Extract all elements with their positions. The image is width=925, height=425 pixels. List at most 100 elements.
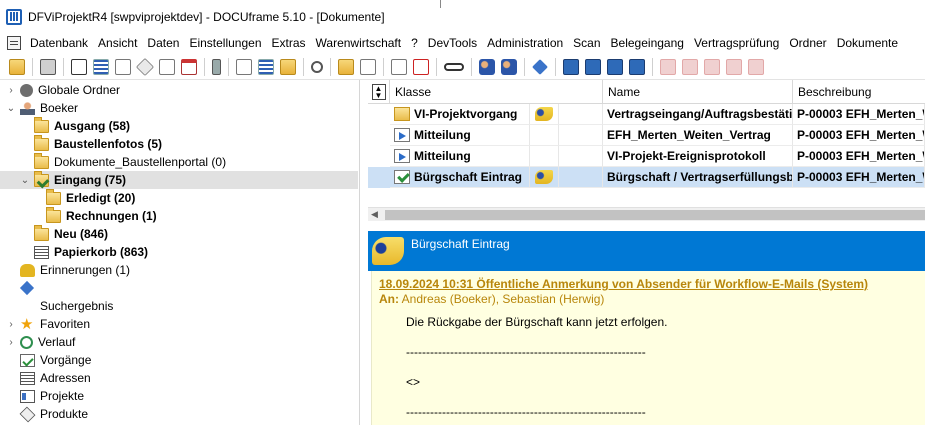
tree-node-erinnerungen[interactable]: Erinnerungen (1) (20, 261, 130, 279)
tree-node-boeker[interactable]: ⌄ Boeker (6, 99, 78, 117)
save-as-icon[interactable] (585, 58, 601, 75)
tree-node-globale-ordner[interactable]: › Globale Ordner (6, 81, 120, 99)
tasks-icon (20, 353, 35, 367)
cell-klasse-text: Mitteilung (414, 128, 471, 142)
tree-node-produkte[interactable]: Produkte (19, 405, 88, 423)
notes-icon[interactable] (159, 58, 175, 75)
tree-node-erledigt[interactable]: Erledigt (20) (46, 188, 135, 207)
tree-node-suchergebnis[interactable]: Suchergebnis (20, 297, 113, 315)
tree-node-ausgang[interactable]: Ausgang (58) (34, 116, 130, 135)
search-icon[interactable] (311, 60, 323, 73)
chevron-down-icon[interactable]: ⌄ (6, 103, 16, 114)
menu-einstellungen[interactable]: Einstellungen (186, 36, 268, 50)
new-document-icon[interactable] (236, 58, 252, 75)
tree-node-papierkorb[interactable]: Papierkorb (863) (34, 243, 148, 261)
table-row-selected[interactable]: Bürgschaft Eintrag Bürgschaft / Vertrags… (368, 167, 925, 188)
move-to-folder-icon[interactable] (280, 58, 296, 75)
bell-icon (20, 263, 35, 277)
list-icon[interactable] (93, 58, 109, 75)
chevron-down-icon[interactable]: ⌄ (20, 175, 30, 186)
open-folder-icon[interactable] (9, 58, 25, 75)
tree-node-dokumente-baustellenportal[interactable]: Dokumente_Baustellenportal (0) (34, 152, 226, 171)
menu-datenbank[interactable]: Datenbank (27, 36, 95, 50)
menu-help[interactable]: ? (408, 36, 425, 50)
chevron-right-icon[interactable]: › (6, 85, 16, 96)
memo-header-link[interactable]: 18.09.2024 10:31 Öffentliche Anmerkung v… (379, 277, 868, 291)
save-icon[interactable] (563, 58, 579, 75)
document-icon[interactable] (115, 58, 131, 75)
tree-node-projekte[interactable]: Projekte (20, 387, 84, 405)
sync-icon[interactable] (607, 58, 623, 75)
cell-klasse: Mitteilung (390, 125, 530, 146)
message-icon (394, 128, 410, 142)
menu-dokumente[interactable]: Dokumente (834, 36, 905, 50)
user-icon[interactable] (479, 58, 495, 75)
chevron-right-icon[interactable]: › (6, 319, 16, 330)
tree-node-adressen[interactable]: Adressen (20, 369, 91, 387)
copy-document-icon[interactable] (360, 58, 376, 75)
table-row[interactable]: Mitteilung EFH_Merten_Weiten_Vertrag P-0… (368, 125, 925, 146)
table-row[interactable]: VI-Projektvorgang Vertragseingang/Auftra… (368, 104, 925, 125)
tree-node-rechnungen[interactable]: Rechnungen (1) (46, 206, 157, 225)
phone-icon[interactable] (212, 58, 221, 75)
menu-devtools[interactable]: DevTools (425, 36, 484, 50)
workflow-flag-icon (372, 237, 404, 265)
memo-separator-line: ----------------------------------------… (406, 405, 646, 419)
cell-beschreibung: P-00003 EFH_Merten_Weiten (793, 125, 925, 146)
menu-belegeingang[interactable]: Belegeingang (608, 36, 691, 50)
folder-open-icon[interactable] (338, 58, 354, 75)
tree-node-vorgaenge[interactable]: Vorgänge (20, 351, 91, 369)
cell-beschreibung: P-00003 EFH_Merten_Weiten (793, 104, 925, 125)
address-card-icon[interactable] (71, 58, 87, 75)
menu-daten[interactable]: Daten (144, 36, 186, 50)
menu-vertragspruefung[interactable]: Vertragsprüfung (691, 36, 786, 50)
disabled-action-icon (682, 58, 698, 75)
workflow-flag-icon (535, 107, 553, 121)
tree-node-favoriten[interactable]: › ★ Favoriten (6, 315, 90, 333)
column-header-klasse[interactable]: Klasse (390, 80, 603, 104)
export-icon[interactable] (629, 58, 645, 75)
tree-node-baustellenfotos[interactable]: Baustellenfotos (5) (34, 134, 162, 153)
disabled-action-icon (726, 58, 742, 75)
cell-name: Vertragseingang/Auftragsbestätigung (603, 104, 793, 125)
list-view-icon[interactable] (258, 58, 274, 75)
column-header-name[interactable]: Name (603, 80, 793, 104)
menu-scan[interactable]: Scan (570, 36, 607, 50)
delete-icon[interactable] (413, 58, 429, 75)
tree-node-eingang[interactable]: ⌄ Eingang (75) (0, 170, 358, 189)
pin-icon[interactable] (532, 58, 548, 75)
tag-icon[interactable] (135, 57, 155, 76)
cell-klasse: Mitteilung (390, 146, 530, 167)
menu-warenwirtschaft[interactable]: Warenwirtschaft (313, 36, 409, 50)
pin-icon (19, 280, 35, 296)
new-record-icon[interactable] (391, 58, 407, 75)
chevron-right-icon[interactable]: › (6, 337, 16, 348)
tree-node-neu[interactable]: Neu (846) (34, 224, 108, 243)
toolbar-separator (471, 57, 472, 76)
menu-extras[interactable]: Extras (269, 36, 313, 50)
menu-administration[interactable]: Administration (484, 36, 570, 50)
column-header-beschreibung[interactable]: Beschreibung (793, 80, 925, 104)
horizontal-scrollbar[interactable]: ◀ (368, 207, 925, 221)
tree-node-verlauf[interactable]: › Verlauf (6, 333, 75, 351)
scrollbar-thumb[interactable] (385, 210, 925, 220)
toolbar-separator (555, 57, 556, 76)
menu-ansicht[interactable]: Ansicht (95, 36, 144, 50)
scroll-left-icon[interactable]: ◀ (371, 209, 378, 220)
message-icon (394, 149, 410, 163)
preview-glasses-icon[interactable] (444, 62, 464, 71)
workflow-flag-icon (535, 170, 553, 184)
sort-toggle-button[interactable]: ▲ ▼ (368, 80, 390, 104)
print-icon[interactable] (40, 58, 56, 75)
trash-icon (34, 245, 49, 259)
system-menu-icon[interactable] (7, 36, 21, 50)
toolbar-separator (303, 57, 304, 76)
tree-node-pinned[interactable] (19, 279, 40, 297)
users-icon[interactable] (501, 58, 517, 75)
toolbar-separator (228, 57, 229, 76)
tree-node-label: Vorgänge (40, 353, 92, 367)
calendar-icon[interactable] (181, 58, 197, 75)
menu-ordner[interactable]: Ordner (786, 36, 833, 50)
table-row[interactable]: Mitteilung VI-Projekt-Ereignisprotokoll … (368, 146, 925, 167)
tree-node-label: Projekte (40, 389, 85, 403)
